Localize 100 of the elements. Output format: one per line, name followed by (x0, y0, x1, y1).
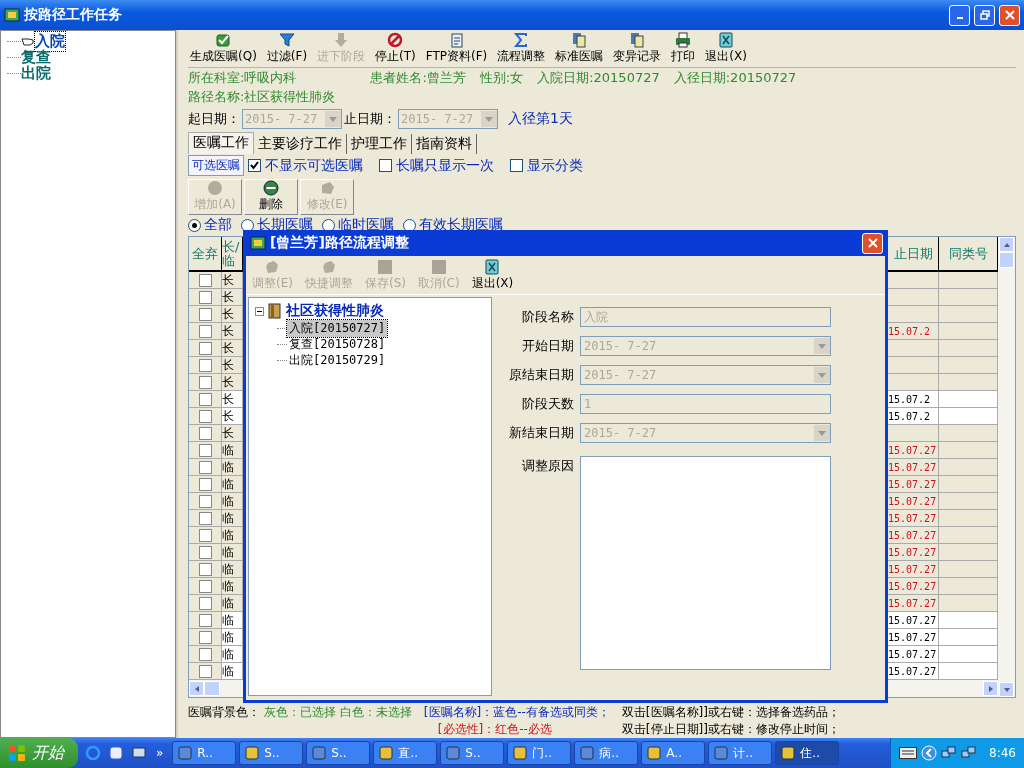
checkbox[interactable] (198, 358, 212, 372)
down-arrow-icon[interactable] (1002, 685, 1011, 694)
checkbox[interactable] (198, 562, 212, 576)
clock: 8:46 (989, 746, 1016, 760)
tree-item[interactable]: 入院[20150727] (287, 319, 388, 337)
vertical-scrollbar[interactable] (998, 237, 1015, 697)
taskbar-button[interactable]: 病.. (574, 741, 639, 765)
table-cell: 15.07.27 (887, 578, 939, 594)
scroll-thumb[interactable] (999, 252, 1014, 268)
checkbox[interactable] (198, 596, 212, 610)
app-icon (378, 745, 395, 761)
taskbar-button[interactable]: 计.. (708, 741, 773, 765)
app-icon (311, 745, 328, 761)
taskbar-button[interactable]: 住.. (775, 741, 840, 765)
checkbox[interactable] (198, 324, 212, 338)
browser-icon[interactable] (85, 745, 101, 761)
checkbox[interactable] (248, 159, 261, 173)
optional-orders-button[interactable]: 可选医嘱 (188, 155, 244, 177)
checkbox[interactable] (198, 426, 212, 440)
department-text: 所在科室:呼吸内科 (188, 68, 297, 87)
action-button[interactable]: 删除 (244, 178, 298, 215)
collapse-icon[interactable] (255, 306, 264, 316)
book-icon (267, 303, 283, 319)
checkbox[interactable] (198, 494, 212, 508)
table-cell: 15.07.27 (887, 629, 939, 645)
checkbox[interactable] (198, 375, 212, 389)
keyboard-icon[interactable] (899, 747, 918, 759)
checkbox[interactable] (510, 159, 523, 173)
toolbar-button[interactable]: 变异记录 (611, 31, 664, 65)
checkbox[interactable] (198, 307, 212, 321)
radio-label: 长期医嘱 (257, 216, 313, 234)
table-cell: 长 (222, 306, 243, 322)
desktop-icon[interactable] (131, 745, 147, 761)
toolbar-button[interactable]: 打印 (669, 31, 698, 65)
radio-button[interactable] (188, 218, 201, 232)
checkbox[interactable] (198, 630, 212, 644)
checkbox[interactable] (198, 647, 212, 661)
taskbar-button[interactable]: S.. (239, 741, 304, 765)
tab[interactable]: 护理工作 (347, 133, 412, 154)
checkbox[interactable] (198, 290, 212, 304)
restore-icon (979, 10, 990, 20)
table-cell: 长 (222, 289, 243, 305)
table-cell: 临 (222, 578, 243, 594)
tab[interactable]: 主要诊疗工作 (254, 133, 347, 154)
tree-item[interactable]: 社区获得性肺炎 (286, 302, 384, 320)
checkbox[interactable] (198, 545, 212, 559)
checkbox[interactable] (198, 579, 212, 593)
checkbox-label: 长嘱只显示一次 (396, 156, 494, 175)
more-button[interactable]: » (156, 746, 164, 760)
checkbox[interactable] (198, 409, 212, 423)
tree-item[interactable]: 出院 (21, 63, 51, 83)
checkbox[interactable] (198, 341, 212, 355)
taskbar-button[interactable]: A.. (641, 741, 706, 765)
network-icon[interactable] (941, 745, 958, 761)
restore-button[interactable] (974, 4, 995, 26)
taskbar-button[interactable]: S.. (306, 741, 371, 765)
checkbox-label: 不显示可选医嘱 (265, 156, 363, 175)
close-button[interactable] (862, 232, 883, 254)
path-day-text: 入径第1天 (508, 110, 573, 129)
taskbar-button[interactable]: S.. (440, 741, 505, 765)
table-cell: 临 (222, 629, 243, 645)
toolbar-button[interactable]: 流程调整 (495, 31, 548, 65)
tree-item[interactable]: 出院[20150729] (287, 351, 388, 369)
network-icon[interactable] (961, 745, 978, 761)
app-icon[interactable] (108, 745, 124, 761)
tree-item[interactable]: 复查[20150728] (287, 335, 388, 353)
minimize-button[interactable] (949, 4, 970, 26)
checkbox[interactable] (198, 273, 212, 287)
table-cell: 15.07.27 (887, 544, 939, 560)
checkbox[interactable] (379, 159, 392, 173)
sigma-icon (513, 31, 530, 48)
app-icon (445, 745, 462, 761)
tab[interactable]: 指南资料 (412, 133, 477, 154)
table-cell: 15.07.27 (887, 459, 939, 475)
checkbox[interactable] (198, 477, 212, 491)
right-arrow-icon[interactable] (986, 684, 995, 693)
toolbar-button[interactable]: FTP资料(F) (423, 31, 490, 65)
column-header[interactable]: 全弃 (189, 237, 222, 270)
taskbar-button[interactable]: 直.. (373, 741, 438, 765)
toolbar-button[interactable]: 生成医嘱(Q) (188, 31, 259, 65)
checkbox[interactable] (198, 392, 212, 406)
checkbox[interactable] (198, 443, 212, 457)
taskbar-button[interactable]: R.. (172, 741, 237, 765)
toolbar-button[interactable]: 退出(X) (469, 259, 516, 292)
close-button[interactable] (999, 4, 1020, 26)
checkbox[interactable] (198, 528, 212, 542)
scroll-thumb[interactable] (204, 681, 220, 696)
toolbar-button[interactable]: 停止(T) (373, 31, 418, 65)
checkbox[interactable] (198, 460, 212, 474)
toolbar-button[interactable]: 过滤(F) (264, 31, 310, 65)
field-label: 原结束日期 (508, 366, 574, 384)
checkbox[interactable] (198, 613, 212, 627)
check-icon (215, 31, 232, 48)
toolbar-button[interactable]: 退出(X) (703, 31, 749, 65)
checkbox[interactable] (198, 511, 212, 525)
tab[interactable]: 医嘱工作 (188, 131, 254, 154)
checkbox[interactable] (198, 664, 212, 678)
start-button[interactable]: 开始 (0, 738, 78, 768)
taskbar-button[interactable]: 门.. (507, 741, 572, 765)
toolbar-button[interactable]: 标准医嘱 (553, 31, 606, 65)
